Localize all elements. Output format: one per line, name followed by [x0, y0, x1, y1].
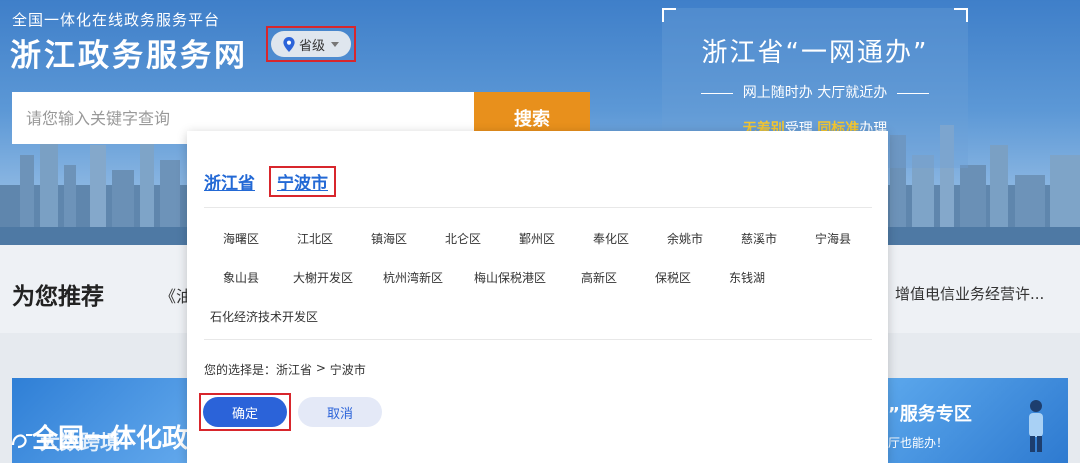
confirm-button[interactable]: 确定 — [203, 397, 287, 427]
region-option[interactable]: 杭州湾新区 — [368, 269, 458, 286]
region-option[interactable]: 石化经济技术开发区 — [204, 308, 324, 325]
divider — [204, 207, 872, 208]
region-option[interactable]: 东钱湖 — [710, 269, 784, 286]
promo-subtitle: 网上随时办 大厅就近办 — [662, 82, 968, 102]
region-option[interactable]: 大榭开发区 — [278, 269, 368, 286]
region-option[interactable]: 江北区 — [278, 230, 352, 247]
promo-title: 浙江省“一网通办” — [701, 38, 929, 68]
region-select-dialog: 浙江省 宁波市 海曙区 江北区 镇海区 北仑区 鄞州区 奉化区 余姚市 慈溪市 宁海县 象山县大… — [187, 131, 888, 463]
selection-summary: 您的选择是： 浙江省 > 宁波市 — [204, 361, 366, 378]
selection-city: 宁波市 — [329, 363, 366, 377]
divider — [204, 339, 872, 340]
service-card-title: ”服务专区 — [888, 404, 972, 425]
region-option[interactable]: 梅山保税港区 — [458, 269, 562, 286]
platform-subtitle: 全国一体化在线政务服务平台 — [12, 11, 221, 29]
region-option[interactable]: 北仑区 — [426, 230, 500, 247]
region-selector-label: 省级 — [298, 38, 325, 54]
breadcrumb-city-link[interactable]: 宁波市 — [269, 165, 336, 197]
recommend-title: 为您推荐 — [12, 284, 104, 310]
watermark-logo-icon — [11, 433, 32, 448]
cancel-button[interactable]: 取消 — [298, 397, 382, 427]
region-option[interactable]: 镇海区 — [352, 230, 426, 247]
region-selector-button[interactable]: 省级 — [271, 31, 351, 57]
selection-province: 浙江省 — [276, 363, 313, 377]
corner-decoration — [662, 8, 676, 22]
region-option[interactable]: 象山县 — [204, 269, 278, 286]
corner-decoration — [954, 8, 968, 22]
region-option[interactable]: 鄞州区 — [500, 230, 574, 247]
region-row: 象山县 大榭开发区 杭州湾新区 梅山保税港区 高新区 保税区 东钱湖 — [204, 258, 872, 297]
region-option[interactable]: 海曙区 — [204, 230, 278, 247]
region-option[interactable]: 宁海县 — [796, 230, 870, 247]
region-option[interactable]: 慈溪市 — [722, 230, 796, 247]
selection-prefix: 您的选择是： — [204, 363, 277, 377]
chevron-down-icon — [331, 41, 339, 47]
service-card-subtitle: 厅也能办！ — [888, 436, 949, 450]
region-option[interactable]: 保税区 — [636, 269, 710, 286]
confirm-button-highlight: 确定 — [199, 393, 291, 431]
region-selector-highlight: 省级 — [266, 26, 356, 62]
site-title: 浙江政务服务网 — [10, 38, 248, 74]
region-row: 海曙区 江北区 镇海区 北仑区 鄞州区 奉化区 余姚市 慈溪市 宁海县 — [204, 219, 872, 258]
service-card[interactable]: ”服务专区 厅也能办！ — [888, 378, 1068, 463]
region-option[interactable]: 余姚市 — [648, 230, 722, 247]
person-illustration-icon — [1029, 400, 1043, 452]
region-option[interactable]: 高新区 — [562, 269, 636, 286]
breadcrumb-province-link[interactable]: 浙江省 — [204, 169, 255, 194]
breadcrumb: 浙江省 宁波市 — [204, 165, 336, 197]
watermark-text: 大数跨境 — [40, 430, 120, 454]
region-option[interactable]: 奉化区 — [574, 230, 648, 247]
selection-arrow: > — [312, 361, 330, 375]
recommend-item[interactable]: 增值电信业务经营许... — [895, 283, 1044, 304]
location-pin-icon — [283, 36, 295, 52]
watermark: 大数跨境 — [10, 426, 120, 455]
region-row: 石化经济技术开发区 — [204, 297, 872, 336]
region-list: 海曙区 江北区 镇海区 北仑区 鄞州区 奉化区 余姚市 慈溪市 宁海县 象山县 大榭开发区 杭州湾新… — [204, 219, 872, 336]
